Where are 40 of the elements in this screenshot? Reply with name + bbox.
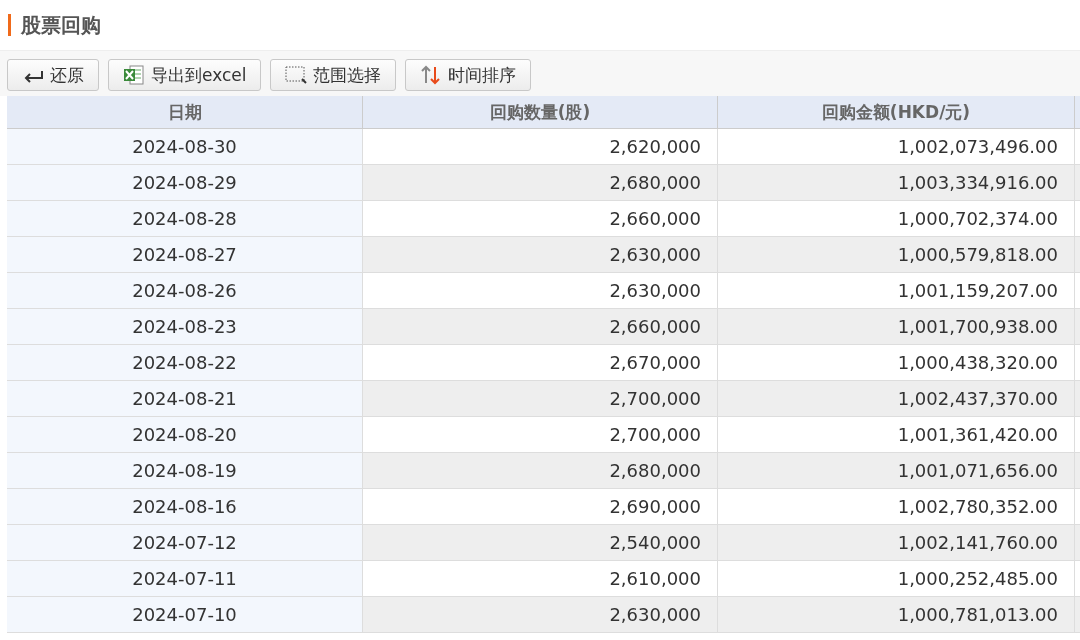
table-cell: 2,630,000 (363, 237, 718, 273)
table-cell: 2024-08-27 (7, 237, 363, 273)
dotted-selection-icon (285, 65, 308, 85)
table-cell: 2024-07-12 (7, 525, 363, 561)
table-cell: 2024-08-23 (7, 309, 363, 345)
table-cell: 2024-08-28 (7, 201, 363, 237)
table-cell: 2024-08-21 (7, 381, 363, 417)
table-cell: 2,680,000 (363, 165, 718, 201)
undo-button[interactable]: 还原 (7, 59, 99, 91)
table-cell: 2,660,000 (363, 309, 718, 345)
table-cell: 2024-08-29 (7, 165, 363, 201)
table-cell: 2,680,000 (363, 453, 718, 489)
table-cell: 1,002,141,760.00 (718, 525, 1075, 561)
sort-button[interactable]: 时间排序 (405, 59, 532, 91)
column-header[interactable]: 回购金额(HKD/元) (718, 96, 1075, 129)
table-cell: 2024-08-19 (7, 453, 363, 489)
accent-bar (8, 14, 11, 36)
page-title: 股票回购 (21, 11, 101, 39)
table-cell: 2024-08-26 (7, 273, 363, 309)
table-cell: 1,001,071,656.00 (718, 453, 1075, 489)
spreadsheet-icon (123, 65, 145, 85)
range-button[interactable]: 范围选择 (270, 59, 397, 91)
table-cell: 2024-07-11 (7, 561, 363, 597)
excel-button[interactable]: 导出到excel (108, 59, 262, 91)
table-cell: 2,540,000 (363, 525, 718, 561)
table-cell: 1,000,579,818.00 (718, 237, 1075, 273)
table-cell: 2024-08-30 (7, 129, 363, 165)
table-cell: 2024-08-20 (7, 417, 363, 453)
column-header[interactable]: 日期 (7, 96, 363, 129)
sort-arrows-icon (420, 65, 443, 85)
table-cell: 2,630,000 (363, 597, 718, 633)
table-cell: 2024-08-16 (7, 489, 363, 525)
table-cell: 1,003,334,916.00 (718, 165, 1075, 201)
table-cell: 1,002,437,370.00 (718, 381, 1075, 417)
table-cell: 2024-07-10 (7, 597, 363, 633)
column-header[interactable]: 回购数量(股) (363, 96, 718, 129)
table-cell: 2,700,000 (363, 381, 718, 417)
table-cell: 2024-08-22 (7, 345, 363, 381)
table-cell: 1,001,700,938.00 (718, 309, 1075, 345)
table-cell: 1,000,781,013.00 (718, 597, 1075, 633)
